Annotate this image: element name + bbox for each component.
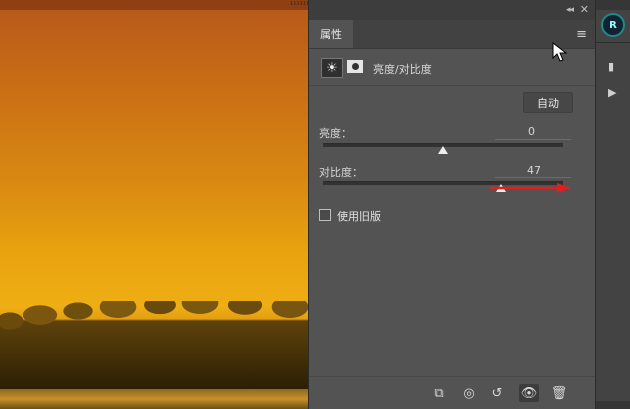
dock-separator [596, 42, 630, 43]
brightness-value-underline [495, 139, 571, 140]
view-previous-state-icon[interactable]: ◎ [459, 384, 479, 402]
dock-top [596, 0, 630, 10]
right-dock: R ▮ ▶ [595, 0, 630, 409]
clip-to-layer-icon[interactable]: ⧉ [429, 384, 449, 402]
brightness-value[interactable]: 0 [495, 125, 535, 138]
tab-properties[interactable]: 属性 [309, 20, 353, 48]
image-canvas[interactable]: ¹¹¹¹¹¹¹¹ ³²² [0, 0, 310, 409]
panel-footer: ⧉ ◎ ↺ 👁 🗑 [309, 376, 595, 409]
dock-panel-icon[interactable]: ▮ [608, 60, 614, 73]
contrast-label: 对比度： [319, 166, 363, 179]
eye-icon[interactable]: 👁 [519, 384, 539, 402]
auto-button[interactable]: 自动 [523, 92, 573, 113]
dock-bottom [596, 401, 630, 409]
reset-icon[interactable]: ↺ [487, 384, 507, 402]
adjustment-header: ☀ 亮度/对比度 [309, 49, 595, 86]
adjustment-title: 亮度/对比度 [373, 63, 432, 76]
collapse-icon[interactable]: ◂◂ [566, 5, 574, 15]
app-logo-icon[interactable]: R [601, 13, 625, 37]
brightness-label: 亮度： [319, 127, 352, 140]
canvas-top-strip [0, 0, 310, 10]
play-icon[interactable]: ▶ [608, 86, 616, 99]
legacy-checkbox[interactable] [319, 209, 331, 221]
mask-icon[interactable] [347, 60, 363, 73]
panel-topbar: ◂◂ ✕ [309, 0, 595, 20]
water [0, 389, 310, 409]
treeline [0, 301, 310, 391]
panel-menu-icon[interactable]: ≡ [576, 27, 587, 42]
contrast-value-underline [495, 177, 571, 178]
sun-icon[interactable]: ☀ [321, 58, 343, 78]
close-icon[interactable]: ✕ [580, 3, 589, 16]
legacy-label: 使用旧版 [337, 210, 381, 223]
panel-tabbar: 属性 ≡ [309, 20, 595, 62]
brightness-slider-thumb[interactable] [438, 146, 448, 154]
ruler-marks: ¹¹¹¹¹¹¹¹ ³²² [290, 0, 310, 9]
annotation-arrow [489, 183, 571, 193]
contrast-value[interactable]: 47 [501, 164, 541, 177]
properties-panel: ◂◂ ✕ 属性 ≡ ☀ 亮度/对比度 自动 亮度： 0 对比度： 47 使用旧版… [308, 0, 595, 409]
trash-icon[interactable]: 🗑 [549, 384, 569, 402]
